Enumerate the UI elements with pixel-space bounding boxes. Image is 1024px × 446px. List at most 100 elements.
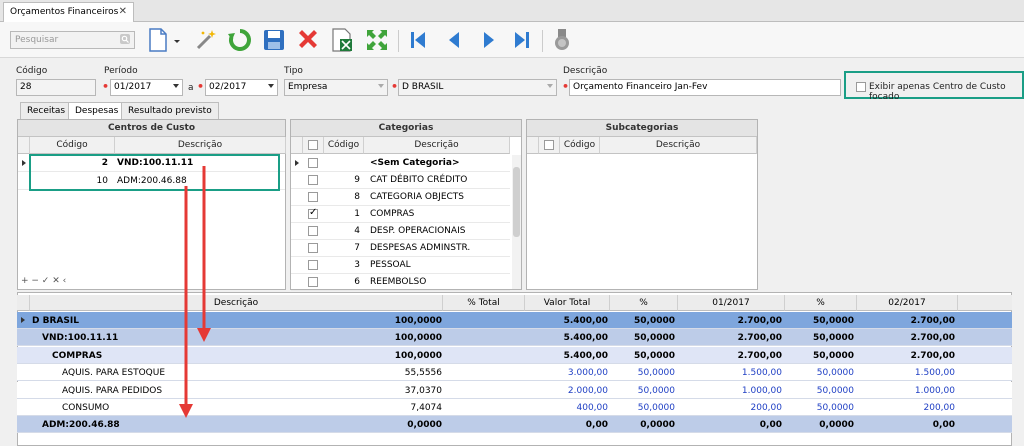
column-header-codigo[interactable]: Código: [30, 137, 115, 154]
export-excel-icon[interactable]: [329, 27, 355, 53]
grid-header-pct-total[interactable]: % Total: [443, 295, 525, 311]
table-row[interactable]: 7 DESPESAS ADMINSTR.: [291, 240, 510, 257]
chevron-down-icon: [173, 84, 179, 88]
table-row[interactable]: D BRASIL 100,0000 5.400,00 50,0000 2.700,00 5…: [17, 312, 1012, 329]
empresa-select[interactable]: D BRASIL: [398, 79, 557, 96]
row-checkbox[interactable]: [308, 277, 318, 287]
periodo-from-select[interactable]: 01/2017: [110, 79, 183, 96]
row-pct-total: 100,0000: [394, 316, 442, 326]
row-pct1: 0,0000: [640, 420, 675, 431]
row-checkbox[interactable]: ✓: [308, 207, 318, 219]
codigo-field[interactable]: 28: [16, 79, 96, 96]
row-checkbox[interactable]: [308, 226, 318, 236]
grid-header-filler: [958, 295, 1012, 311]
table-row[interactable]: 3 PESSOAL: [291, 257, 510, 274]
grid-header-pct-1[interactable]: %: [610, 295, 678, 311]
table-row[interactable]: VND:100.11.11 100,0000 5.400,00 50,0000 2.70…: [17, 329, 1012, 347]
row-v1: 0,00: [759, 420, 782, 431]
indicator-column-header: [17, 295, 30, 311]
new-document-icon[interactable]: [145, 27, 171, 53]
grid-header-pct-2[interactable]: %: [785, 295, 857, 311]
categoria-descricao: CAT DÉBITO CRÉDITO: [370, 175, 468, 185]
categoria-descricao: REEMBOLSO: [370, 277, 427, 287]
row-checkbox[interactable]: [308, 175, 318, 185]
row-descricao: ADM:200.46.88: [42, 420, 120, 431]
tipo-value: Empresa: [288, 82, 328, 92]
tab-resultado-previsto[interactable]: Resultado previsto: [121, 102, 219, 119]
search-icon[interactable]: [120, 34, 130, 44]
row-pct-total: 55,5556: [404, 368, 442, 379]
table-row[interactable]: 4 DESP. OPERACIONAIS: [291, 223, 510, 240]
table-row[interactable]: ADM:200.46.88 0,0000 0,00 0,0000 0,00 0,0000 0…: [17, 416, 1012, 434]
table-row[interactable]: AQUIS. PARA PEDIDOS 37,0370 2.000,00 50,000…: [17, 381, 1012, 399]
table-row[interactable]: 6 REEMBOLSO: [291, 274, 510, 291]
row-pct2: 50,0000: [816, 403, 854, 413]
search-placeholder: Pesquisar: [15, 35, 59, 45]
refresh-icon[interactable]: [227, 27, 253, 53]
table-row[interactable]: 9 CAT DÉBITO CRÉDITO: [291, 172, 510, 189]
codigo-value: 28: [20, 82, 32, 92]
expand-icon[interactable]: [364, 27, 390, 53]
row-v2: 2.700,00: [910, 333, 955, 344]
row-v2: 2.700,00: [910, 316, 955, 326]
row-descricao: CONSUMO: [62, 403, 110, 413]
magic-wand-icon[interactable]: [193, 27, 219, 53]
next-record-icon[interactable]: [476, 27, 502, 53]
row-checkbox[interactable]: [308, 158, 318, 168]
select-all-checkbox[interactable]: [544, 140, 554, 150]
tipo-select[interactable]: Empresa: [284, 79, 388, 96]
last-record-icon[interactable]: [509, 27, 535, 53]
previous-record-icon[interactable]: [441, 27, 467, 53]
grid-header-02-2017[interactable]: 02/2017: [857, 295, 958, 311]
chevron-down-icon: [547, 84, 553, 88]
scrollbar-thumb[interactable]: [513, 167, 520, 237]
grid-header-descricao[interactable]: Descrição: [30, 295, 443, 311]
save-icon[interactable]: [261, 27, 287, 53]
row-checkbox[interactable]: [308, 192, 318, 202]
grid-header-01-2017[interactable]: 01/2017: [678, 295, 785, 311]
categoria-codigo: 1: [354, 209, 360, 219]
row-pct2: 50,0000: [816, 368, 854, 379]
delete-icon[interactable]: [295, 27, 321, 53]
row-v2: 2.700,00: [910, 350, 955, 361]
table-row[interactable]: ✓ 1 COMPRAS: [291, 206, 510, 223]
table-row[interactable]: AQUIS. PARA ESTOQUE 55,5556 3.000,00 50,000…: [17, 364, 1012, 382]
periodo-separator: a: [188, 83, 194, 93]
row-v2: 1.000,00: [914, 385, 955, 396]
document-tab-strip: [0, 0, 1024, 22]
row-checkbox[interactable]: [308, 260, 318, 270]
row-valor-total: 5.400,00: [563, 316, 608, 326]
table-row[interactable]: <Sem Categoria>: [291, 155, 510, 172]
subcategorias-panel: Subcategorias Código Descrição: [526, 119, 758, 290]
select-all-header[interactable]: [539, 137, 560, 154]
codigo-label: Código: [16, 66, 48, 76]
medal-icon[interactable]: [549, 27, 575, 53]
table-row[interactable]: CONSUMO 7,4074 400,00 50,0000 200,00 50,0000 2…: [17, 399, 1012, 416]
document-tab[interactable]: Orçamentos Financeiros ✕: [3, 2, 134, 22]
first-record-icon[interactable]: [405, 27, 431, 53]
required-marker: •: [391, 80, 399, 93]
navigator-buttons[interactable]: + − ✓ ✕ ‹: [21, 276, 66, 286]
tab-receitas[interactable]: Receitas: [20, 102, 73, 119]
row-v2: 200,00: [923, 403, 956, 413]
column-header-descricao[interactable]: Descrição: [600, 137, 757, 154]
column-header-descricao[interactable]: Descrição: [115, 137, 286, 154]
column-header-codigo[interactable]: Código: [560, 137, 600, 154]
descricao-field[interactable]: Orçamento Financeiro Jan-Fev: [569, 79, 841, 96]
row-pct2: 50,0000: [813, 333, 854, 344]
search-input[interactable]: Pesquisar: [10, 31, 135, 49]
tab-despesas[interactable]: Despesas: [68, 102, 126, 120]
categorias-scrollbar[interactable]: [512, 155, 521, 289]
grid-header-valor-total[interactable]: Valor Total: [525, 295, 610, 311]
dropdown-arrow-icon[interactable]: [172, 27, 182, 53]
descricao-label: Descrição: [563, 66, 608, 76]
row-pct-total: 7,4074: [410, 403, 443, 413]
row-checkbox[interactable]: [308, 243, 318, 253]
close-icon[interactable]: ✕: [119, 6, 127, 17]
required-marker: •: [102, 80, 110, 93]
focus-checkbox[interactable]: [856, 82, 866, 92]
row-valor-total: 400,00: [576, 403, 609, 413]
periodo-to-select[interactable]: 02/2017: [205, 79, 278, 96]
table-row[interactable]: COMPRAS 100,0000 5.400,00 50,0000 2.700,00 50…: [17, 346, 1012, 364]
table-row[interactable]: 8 CATEGORIA OBJECTS: [291, 189, 510, 206]
